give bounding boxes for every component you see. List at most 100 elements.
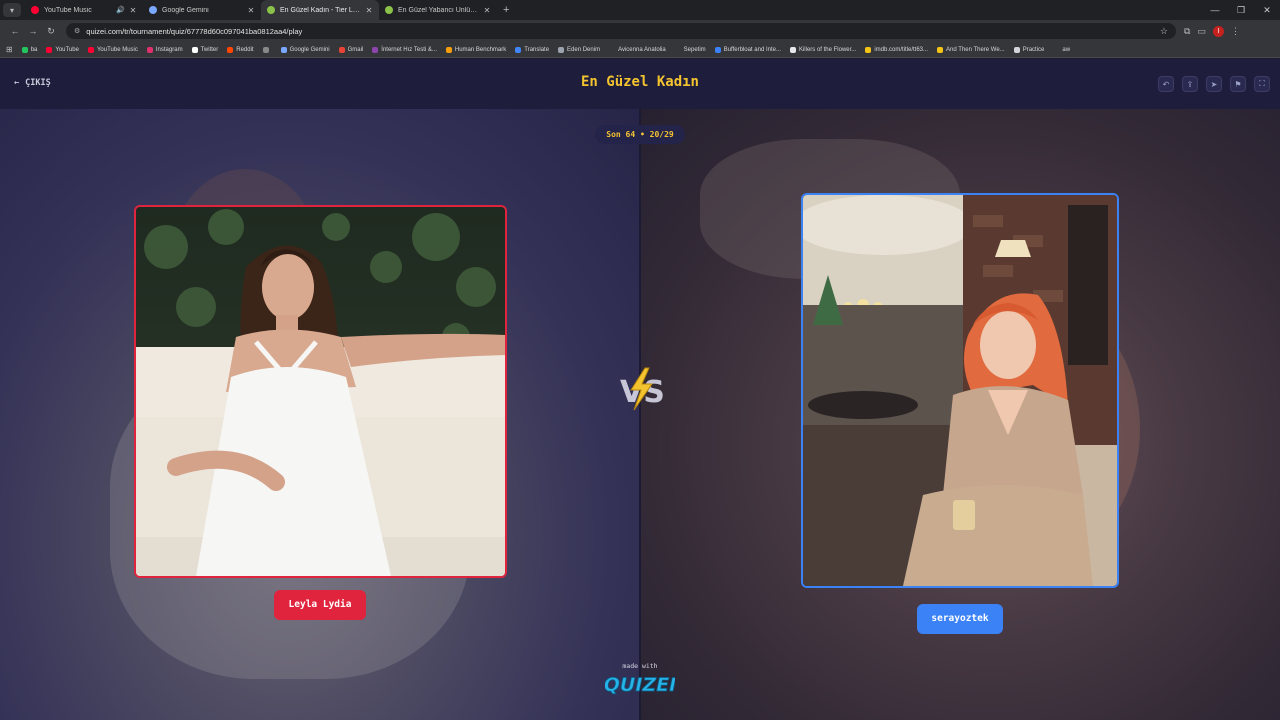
right-contestant-photo[interactable] xyxy=(801,193,1119,588)
left-contestant-photo[interactable] xyxy=(134,205,507,578)
bookmark-item[interactable]: Killers of the Flower... xyxy=(789,46,857,53)
tab-list: YouTube Music 🔊 ✕ Google Gemini ✕ En Güzel Ka… xyxy=(25,0,497,20)
bookmark-favicon-icon xyxy=(558,46,565,53)
tab-close-icon[interactable]: ✕ xyxy=(483,6,491,15)
bookmark-favicon-icon xyxy=(338,46,345,53)
quizei-logo[interactable]: QUIZEI xyxy=(605,670,675,696)
tab-favicon-icon xyxy=(149,6,157,14)
bookmark-favicon-icon xyxy=(372,46,379,53)
browser-tab[interactable]: YouTube Music 🔊 ✕ xyxy=(25,0,143,20)
bookmark-label: Practice xyxy=(1022,46,1045,53)
bookmark-item[interactable]: And Then There We... xyxy=(937,46,1005,53)
bookmark-item[interactable]: İnternet Hız Testi &... xyxy=(372,46,437,53)
bookmark-favicon-icon xyxy=(87,46,94,53)
bookmark-favicon-icon xyxy=(280,46,287,53)
bookmark-item[interactable]: Avicenna Anatolia xyxy=(609,46,666,53)
profile-avatar[interactable]: I xyxy=(1212,25,1224,37)
bookmark-item[interactable]: Sepetim xyxy=(674,46,706,53)
vote-left-button[interactable]: Leyla Lydia xyxy=(274,590,366,620)
window-controls: — ❐ ✕ xyxy=(1202,0,1280,20)
bookmark-item[interactable]: Gmail xyxy=(338,46,364,53)
minimize-icon[interactable]: — xyxy=(1202,0,1228,20)
undo-icon[interactable]: ↶ xyxy=(1158,76,1174,92)
tab-close-icon[interactable]: ✕ xyxy=(129,6,137,15)
bookmark-favicon-icon xyxy=(515,46,522,53)
bookmark-label: imdb.com/title/tt63... xyxy=(874,46,928,53)
quiz-header: ← ÇIKIŞ En Güzel Kadın ↶ ⇪ ➤ ⚑ ⛶ xyxy=(0,59,1280,109)
bookmark-label: Translate xyxy=(524,46,550,53)
bookmark-label: Gmail xyxy=(347,46,364,53)
bookmark-favicon-icon xyxy=(21,46,28,53)
restore-icon[interactable]: ❐ xyxy=(1228,0,1254,20)
bookmark-label: Twitter xyxy=(200,46,219,53)
tab-audio-icon[interactable]: 🔊 xyxy=(116,6,125,14)
vote-right-button[interactable]: serayoztek xyxy=(917,604,1003,634)
back-icon[interactable]: ← xyxy=(6,26,24,36)
bookmark-favicon-icon xyxy=(609,46,616,53)
bookmark-label: ba xyxy=(30,46,38,53)
menu-kebab-icon[interactable]: ⋮ xyxy=(1231,26,1240,37)
bookmark-item[interactable]: YouTube Music xyxy=(87,46,138,53)
bookmark-favicon-icon xyxy=(146,46,153,53)
bookmark-favicon-icon xyxy=(1053,46,1060,53)
bookmark-label: Google Gemini xyxy=(289,46,330,53)
vs-lightning-icon: VS xyxy=(620,367,665,411)
bookmark-item[interactable]: Eden Denim xyxy=(558,46,600,53)
reload-icon[interactable]: ↻ xyxy=(42,26,60,37)
bookmark-label: aw xyxy=(1062,46,1071,53)
send-icon[interactable]: ➤ xyxy=(1206,76,1222,92)
tab-search-button[interactable]: ▾ xyxy=(3,3,21,17)
apps-grid-icon[interactable]: ⊞ xyxy=(6,45,13,54)
url-text: quizei.com/tr/tournament/quiz/67778d60c0… xyxy=(86,26,303,36)
toolbar-actions: ⧉ ▭ I ⋮ xyxy=(1184,25,1240,37)
close-window-icon[interactable]: ✕ xyxy=(1254,0,1280,20)
extensions-icon[interactable]: ⧉ xyxy=(1184,26,1190,37)
bookmark-item[interactable]: YouTube xyxy=(46,46,79,53)
bookmark-item[interactable]: ba xyxy=(21,46,38,53)
tab-title: En Güzel Yabancı Ünlü Kadın - xyxy=(398,6,479,14)
tab-close-icon[interactable]: ✕ xyxy=(365,6,373,15)
bookmark-item[interactable]: Translate xyxy=(515,46,550,53)
browser-tab[interactable]: En Güzel Kadın - Tier List, Kör S ✕ xyxy=(261,0,379,20)
bookmark-favicon-icon xyxy=(262,46,269,53)
browser-tab[interactable]: Google Gemini ✕ xyxy=(143,0,261,20)
cast-icon[interactable]: ▭ xyxy=(1197,26,1206,37)
bookmark-list: ba YouTube YouTube Music Instagram Twitter Re… xyxy=(21,46,1071,53)
bookmark-item[interactable]: Instagram xyxy=(146,46,183,53)
flag-icon[interactable]: ⚑ xyxy=(1230,76,1246,92)
tab-title: En Güzel Kadın - Tier List, Kör S xyxy=(280,6,361,14)
bookmark-star-icon[interactable]: ☆ xyxy=(1160,26,1168,37)
browser-tab[interactable]: En Güzel Yabancı Ünlü Kadın - ✕ xyxy=(379,0,497,20)
bookmark-item[interactable]: Reddit xyxy=(227,46,254,53)
left-photo-image xyxy=(136,207,505,576)
matchup-stage: Son 64 • 20/29 Leyla Lydia serayoztek ma… xyxy=(0,109,1280,720)
site-info-icon[interactable]: ⚙ xyxy=(74,27,80,35)
bookmark-favicon-icon xyxy=(46,46,53,53)
tab-close-icon[interactable]: ✕ xyxy=(247,6,255,15)
bookmark-label: Instagram xyxy=(155,46,183,53)
bookmark-label: Killers of the Flower... xyxy=(798,46,857,53)
forward-icon[interactable]: → xyxy=(24,26,42,36)
bookmark-item[interactable]: Bufferbloat and Inte... xyxy=(714,46,781,53)
share-icon[interactable]: ⇪ xyxy=(1182,76,1198,92)
bookmark-item[interactable]: Practice xyxy=(1013,46,1045,53)
bookmark-favicon-icon xyxy=(714,46,721,53)
bookmark-item[interactable] xyxy=(262,46,272,53)
bookmark-favicon-icon xyxy=(191,46,198,53)
fullscreen-icon[interactable]: ⛶ xyxy=(1254,76,1270,92)
bookmark-item[interactable]: Google Gemini xyxy=(280,46,330,53)
header-actions: ↶ ⇪ ➤ ⚑ ⛶ xyxy=(1158,76,1270,92)
new-tab-button[interactable]: + xyxy=(503,4,509,16)
bookmark-item[interactable]: Twitter xyxy=(191,46,219,53)
bookmark-label: İnternet Hız Testi &... xyxy=(381,46,437,53)
bookmark-item[interactable]: Human Benchmark xyxy=(445,46,507,53)
address-bar[interactable]: ⚙ quizei.com/tr/tournament/quiz/67778d60… xyxy=(66,23,1176,39)
bookmark-item[interactable]: imdb.com/title/tt63... xyxy=(865,46,928,53)
bookmark-favicon-icon xyxy=(674,46,681,53)
browser-tab-strip: ▾ YouTube Music 🔊 ✕ Google Gemini ✕ En Güzel … xyxy=(0,0,1280,20)
bookmarks-bar: ⊞ ba YouTube YouTube Music Instagram Twitter… xyxy=(0,42,1280,58)
bookmark-label: Sepetim xyxy=(683,46,706,53)
bookmark-item[interactable]: aw xyxy=(1053,46,1071,53)
bookmark-label: Human Benchmark xyxy=(454,46,507,53)
bookmark-favicon-icon xyxy=(227,46,234,53)
